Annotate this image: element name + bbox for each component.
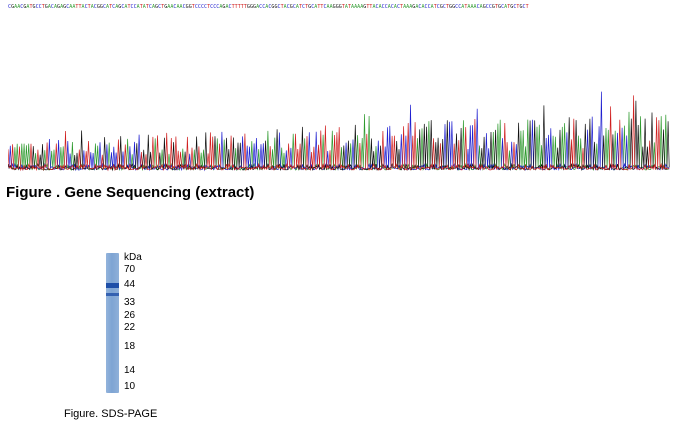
trace-g (8, 100, 670, 172)
marker-14: 14 (124, 365, 136, 376)
marker-22: 22 (124, 322, 136, 333)
chromatogram-traces (8, 91, 670, 172)
sds-page-gel-lane (106, 253, 119, 393)
marker-26: 26 (124, 310, 136, 321)
marker-unit: kDa (124, 252, 142, 263)
gel-band-main (106, 283, 119, 288)
marker-44: 44 (124, 279, 136, 290)
gel-band-secondary (106, 293, 119, 296)
marker-18: 18 (124, 341, 136, 352)
marker-33: 33 (124, 297, 136, 308)
base-call-strip: CGAACGATGCCTGACAGAGCAATTACTACGGCATCAGCAT… (8, 4, 529, 10)
gene-sequencing-caption: Figure . Gene Sequencing (extract) (6, 184, 255, 201)
sequencing-chromatogram (8, 70, 672, 174)
marker-70: 70 (124, 264, 136, 275)
marker-10: 10 (124, 381, 136, 392)
sds-page-caption: Figure. SDS-PAGE (64, 408, 158, 420)
molecular-weight-markers: kDa 70 44 33 26 22 18 14 10 (124, 253, 154, 393)
